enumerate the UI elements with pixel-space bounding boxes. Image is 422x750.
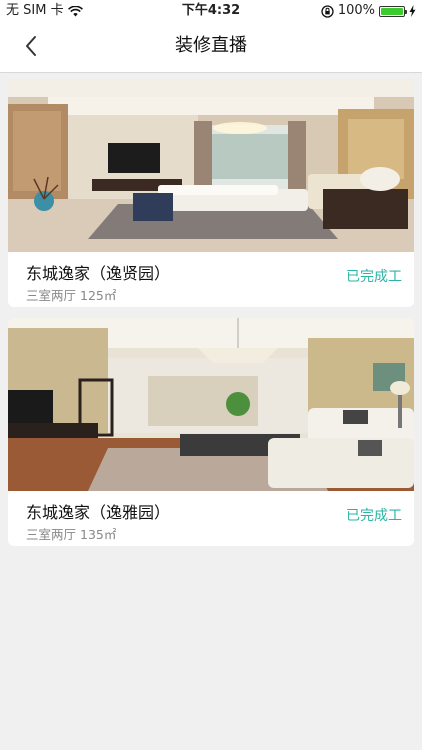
room-layout: 三室两厅 bbox=[26, 527, 77, 542]
project-name: 东城逸家（逸雅园） bbox=[26, 503, 171, 522]
nav-bar: 装修直播 bbox=[0, 22, 422, 73]
status-label: 已完成工 bbox=[346, 269, 402, 285]
floor-area: 135㎡ bbox=[80, 527, 117, 542]
card-info: 东城逸家（逸贤园） 三室两厅 125㎡ 已完成工 bbox=[8, 252, 414, 307]
page-title: 装修直播 bbox=[175, 35, 247, 56]
status-right: 100% bbox=[321, 0, 416, 22]
battery-icon bbox=[379, 5, 407, 17]
status-bar: 无 SIM 卡 下午4:32 100% bbox=[0, 0, 422, 22]
project-meta: 三室两厅 125㎡ bbox=[26, 285, 116, 304]
card-info: 东城逸家（逸雅园） 三室两厅 135㎡ 已完成工 bbox=[8, 491, 414, 546]
room-layout: 三室两厅 bbox=[26, 288, 77, 303]
battery-percent: 100% bbox=[337, 3, 375, 18]
project-card[interactable]: 东城逸家（逸雅园） 三室两厅 135㎡ 已完成工 bbox=[8, 318, 414, 546]
orientation-lock-icon bbox=[321, 4, 334, 18]
living-room-photo bbox=[8, 79, 414, 252]
project-card[interactable]: 东城逸家（逸贤园） 三室两厅 125㎡ 已完成工 bbox=[8, 79, 414, 307]
floor-area: 125㎡ bbox=[80, 288, 117, 303]
project-meta: 三室两厅 135㎡ bbox=[26, 524, 116, 543]
charging-icon bbox=[409, 5, 416, 17]
project-name: 东城逸家（逸贤园） bbox=[26, 264, 171, 283]
living-room-photo bbox=[8, 318, 414, 491]
status-label: 已完成工 bbox=[346, 508, 402, 524]
